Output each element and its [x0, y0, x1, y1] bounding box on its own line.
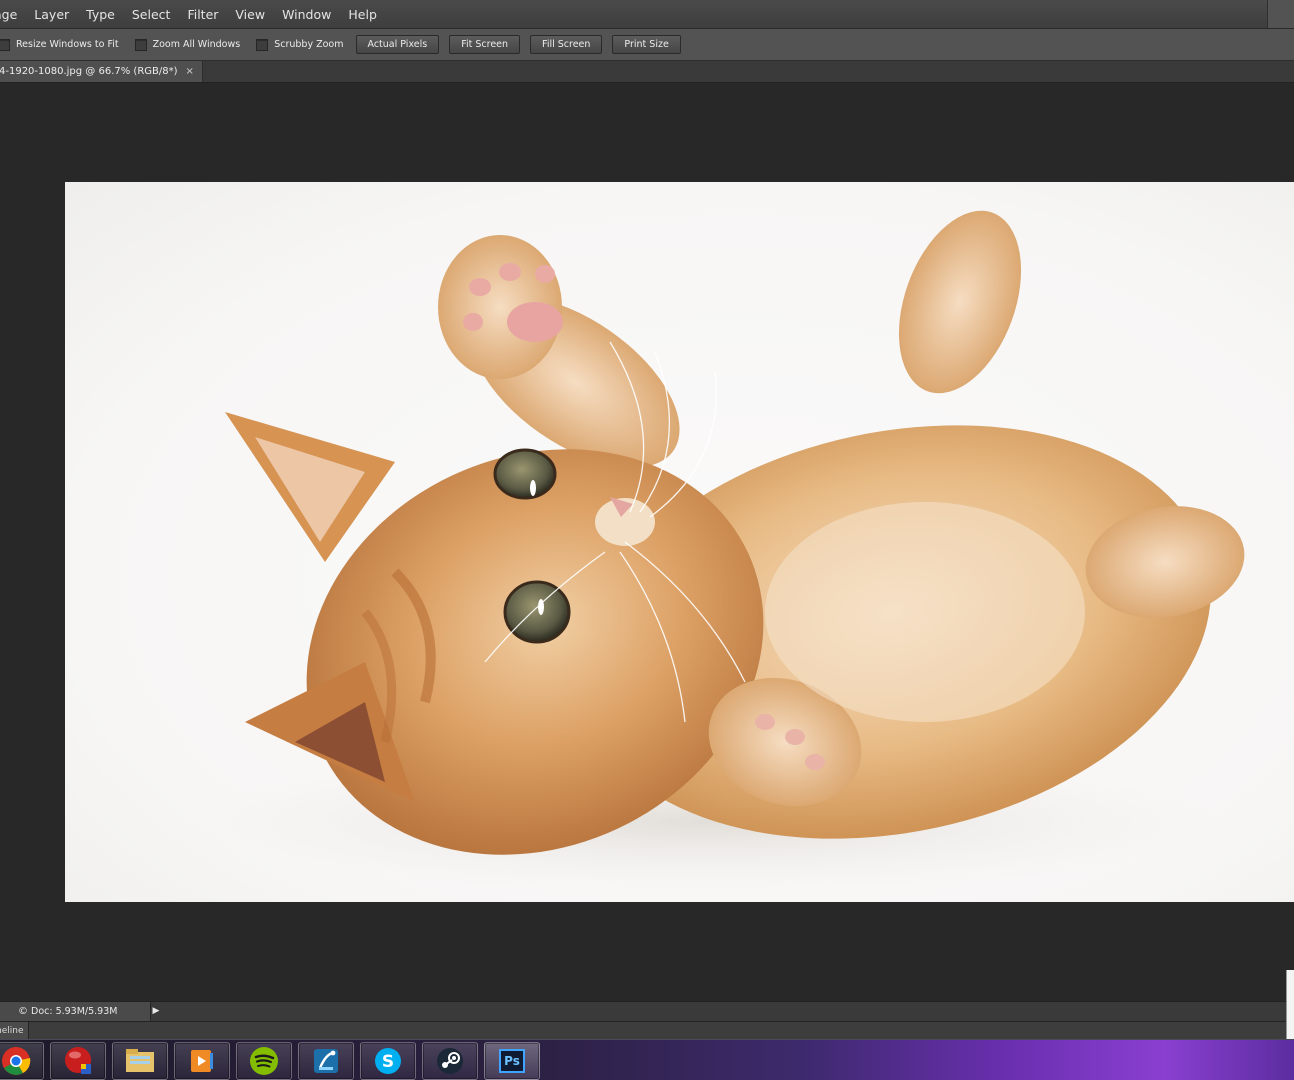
checkbox-label: Scrubby Zoom: [274, 39, 344, 50]
actual-pixels-button[interactable]: Actual Pixels: [355, 35, 440, 54]
menu-layer[interactable]: Layer: [34, 7, 69, 22]
taskbar-chrome[interactable]: [0, 1042, 44, 1080]
timeline-panel-bar: neline: [0, 1021, 1294, 1040]
taskbar-steam[interactable]: [422, 1042, 478, 1080]
menu-image[interactable]: age: [0, 7, 17, 22]
status-bar: © Doc: 5.93M/5.93M ▶: [0, 1001, 1294, 1021]
close-icon[interactable]: ×: [186, 66, 194, 77]
skype-icon: S: [375, 1048, 401, 1074]
document-title: 4-1920-1080.jpg @ 66.7% (RGB/8*): [0, 66, 178, 77]
skype-glyph: S: [382, 1052, 394, 1072]
taskbar-spotify[interactable]: [236, 1042, 292, 1080]
menu-view[interactable]: View: [235, 7, 265, 22]
canvas-area[interactable]: [0, 83, 1294, 1001]
checkbox-box[interactable]: [256, 38, 269, 51]
print-size-button[interactable]: Print Size: [612, 35, 681, 54]
timeline-tab-label: neline: [0, 1025, 24, 1036]
taskbar-launcher[interactable]: [298, 1042, 354, 1080]
menu-type[interactable]: Type: [86, 7, 115, 22]
menu-help[interactable]: Help: [348, 7, 377, 22]
menu-bar: age Layer Type Select Filter View Window…: [0, 0, 1294, 29]
fill-screen-button[interactable]: Fill Screen: [530, 35, 603, 54]
checkbox-label: Zoom All Windows: [152, 39, 241, 50]
status-menu-arrow-icon[interactable]: ▶: [151, 1004, 161, 1018]
document-tab-bar: 4-1920-1080.jpg @ 66.7% (RGB/8*) ×: [0, 61, 1294, 83]
kitten-photo: [185, 210, 1245, 892]
taskbar-skype[interactable]: S: [360, 1042, 416, 1080]
checkbox-label: Resize Windows to Fit: [16, 39, 119, 50]
copyright-icon: ©: [18, 1006, 28, 1017]
checkbox-box[interactable]: [134, 38, 147, 51]
menu-window[interactable]: Window: [282, 7, 331, 22]
taskbar-media-player[interactable]: [174, 1042, 230, 1080]
resize-windows-checkbox[interactable]: Resize Windows to Fit: [0, 38, 119, 51]
menu-select[interactable]: Select: [132, 7, 171, 22]
fit-screen-button[interactable]: Fit Screen: [449, 35, 521, 54]
doc-size-text: Doc: 5.93M/5.93M: [31, 1006, 118, 1017]
photoshop-icon: Ps: [499, 1049, 525, 1073]
document-image[interactable]: [65, 182, 1294, 902]
app-launcher-icon: [314, 1049, 338, 1073]
panel-scrollbar[interactable]: [1286, 970, 1294, 1040]
taskbar-explorer[interactable]: [112, 1042, 168, 1080]
document-tab[interactable]: 4-1920-1080.jpg @ 66.7% (RGB/8*) ×: [0, 61, 203, 82]
chrome-icon: [2, 1047, 31, 1075]
taskbar-recorder[interactable]: [50, 1042, 106, 1080]
media-player-icon: [191, 1050, 213, 1072]
window-control-area: [1267, 0, 1294, 28]
doc-size-readout[interactable]: © Doc: 5.93M/5.93M: [0, 1002, 151, 1021]
record-app-icon: [65, 1047, 91, 1074]
spotify-icon: [250, 1047, 278, 1075]
file-explorer-icon: [126, 1049, 154, 1072]
timeline-tab[interactable]: neline: [0, 1022, 29, 1039]
steam-icon: [437, 1048, 463, 1074]
taskbar-photoshop[interactable]: Ps: [484, 1042, 540, 1080]
zoom-all-windows-checkbox[interactable]: Zoom All Windows: [134, 38, 241, 51]
menu-filter[interactable]: Filter: [187, 7, 218, 22]
zoom-options-bar: Resize Windows to Fit Zoom All Windows S…: [0, 29, 1294, 61]
windows-taskbar: S Ps: [0, 1039, 1294, 1080]
checkbox-box[interactable]: [0, 38, 10, 51]
scrubby-zoom-checkbox[interactable]: Scrubby Zoom: [256, 38, 344, 51]
